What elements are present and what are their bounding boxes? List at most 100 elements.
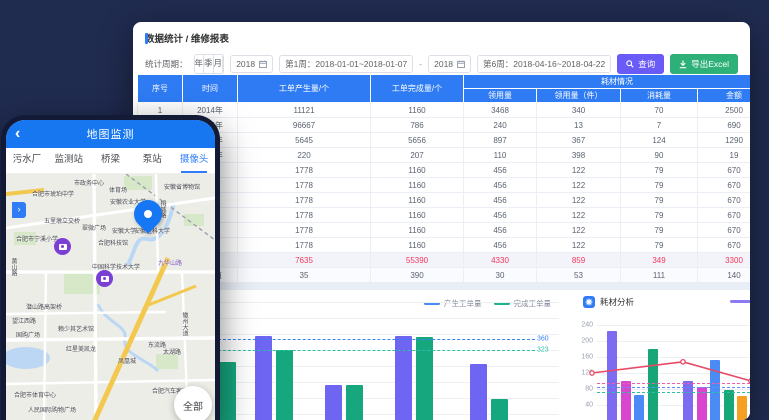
reference-label: 323 bbox=[537, 346, 549, 353]
phone-tab-0[interactable]: 污水厂 bbox=[6, 148, 48, 173]
phone-tab-4[interactable]: 摄像头 bbox=[173, 148, 215, 173]
total-row: 合计76355539043308593493300 bbox=[138, 253, 751, 268]
table-cell: 122 bbox=[537, 223, 621, 238]
show-all-button[interactable]: 全部 bbox=[174, 386, 212, 420]
breadcrumb: 数据统计 / 维修报表 bbox=[133, 22, 750, 50]
table-cell: 79 bbox=[621, 193, 698, 208]
map-expand-button[interactable]: › bbox=[12, 202, 26, 218]
table-cell: 1778 bbox=[238, 238, 371, 253]
phone-tab-2[interactable]: 桥梁 bbox=[90, 148, 132, 173]
charts-section: 产生工单量完成工单量 360323 耗材分析 2402001601208040 bbox=[133, 290, 750, 420]
map-label: 合肥市琥珀中学 bbox=[32, 189, 74, 198]
week-end-input[interactable]: 第6周：2018-04-16~2018-04-22 bbox=[477, 55, 611, 73]
map-label: 市政务中心 bbox=[74, 178, 104, 187]
table-cell: 122 bbox=[537, 163, 621, 178]
period-option-3[interactable]: 周 bbox=[223, 55, 224, 73]
table-cell: 3468 bbox=[464, 103, 537, 118]
table-cell: 1778 bbox=[238, 223, 371, 238]
table-cell: 1160 bbox=[371, 103, 464, 118]
table-cell: 390 bbox=[371, 268, 464, 283]
table-cell: 670 bbox=[698, 193, 751, 208]
phone-tab-1[interactable]: 监测站 bbox=[48, 148, 90, 173]
map-label: 潜山路高架桥 bbox=[26, 302, 62, 311]
table-cell: 79 bbox=[621, 223, 698, 238]
map-view[interactable]: 市政务中心合肥市琥珀中学体育场安徽农业大学安徽省博物馆五里墩立交桥合肥市宁溪小学… bbox=[6, 174, 215, 420]
map-label: 中国科学技术大学 bbox=[92, 262, 140, 271]
download-icon bbox=[679, 60, 687, 69]
table-row: 8第4周1778116045612279670 bbox=[138, 208, 751, 223]
camera-marker[interactable] bbox=[96, 270, 113, 287]
map-label: 体育场 bbox=[109, 185, 127, 194]
map-label: 国购广场 bbox=[16, 330, 40, 339]
table-header: 序号时间工单产生量/个工单完成量/个耗材情况领用量领用量（件）消耗量金额 bbox=[138, 75, 751, 103]
table-cell: 3300 bbox=[698, 253, 751, 268]
phone-title: 地图监测 bbox=[87, 126, 135, 142]
map-label: 合肥市体育中心 bbox=[14, 390, 56, 399]
table-cell: 122 bbox=[537, 178, 621, 193]
table-row: 10第6周1778116045612279670 bbox=[138, 238, 751, 253]
bar-完成工单量-1 bbox=[276, 350, 293, 420]
period-segmented-control[interactable]: 年季月周日 bbox=[194, 54, 225, 74]
query-button[interactable]: 查询 bbox=[617, 54, 664, 74]
bar-完成工单量-4 bbox=[491, 399, 508, 420]
table-cell: 53 bbox=[537, 268, 621, 283]
camera-icon bbox=[101, 276, 109, 282]
map-label: 赖少其艺术馆 bbox=[58, 324, 94, 333]
table-cell: 90 bbox=[621, 148, 698, 163]
year-end-select[interactable]: 2018 bbox=[428, 55, 471, 73]
table-cell: 340 bbox=[537, 103, 621, 118]
table-row: 22015年96667786240137690 bbox=[138, 118, 751, 133]
table-row: 32016年564556568973671241290 bbox=[138, 133, 751, 148]
table-body: 12014年111211160346834070250022015年966677… bbox=[138, 103, 751, 283]
table-cell: 5656 bbox=[371, 133, 464, 148]
camera-marker[interactable] bbox=[54, 238, 71, 255]
table-cell: 897 bbox=[464, 133, 537, 148]
table-row: 5第1周1778116045612279670 bbox=[138, 163, 751, 178]
phone-tab-3[interactable]: 泵站 bbox=[131, 148, 173, 173]
group-header: 耗材情况 bbox=[464, 75, 751, 89]
table-cell: 124 bbox=[621, 133, 698, 148]
period-label: 统计周期： bbox=[145, 58, 188, 70]
period-option-2[interactable]: 月 bbox=[214, 55, 224, 73]
calendar-icon bbox=[457, 60, 465, 68]
gridline bbox=[173, 334, 559, 335]
map-label: 安徽大学 bbox=[112, 226, 136, 235]
export-excel-button[interactable]: 导出Excel bbox=[670, 54, 738, 74]
back-icon[interactable]: ‹ bbox=[15, 121, 20, 147]
table-cell: 456 bbox=[464, 193, 537, 208]
report-table: 序号时间工单产生量/个工单完成量/个耗材情况领用量领用量（件）消耗量金额1201… bbox=[137, 74, 750, 283]
map-tiles bbox=[6, 174, 215, 420]
table-cell: 13 bbox=[537, 118, 621, 133]
col-header-0: 序号 bbox=[138, 75, 183, 103]
table-row: 12014年1112111603468340702500 bbox=[138, 103, 751, 118]
table-cell: 111 bbox=[621, 268, 698, 283]
table-cell: 4330 bbox=[464, 253, 537, 268]
map-label: 五里墩立交桥 bbox=[44, 216, 80, 225]
map-label: 徽州大道 bbox=[180, 312, 189, 336]
table-cell: 786 bbox=[371, 118, 464, 133]
sub-col-header-1: 领用量（件） bbox=[537, 89, 621, 103]
table-cell: 122 bbox=[537, 193, 621, 208]
period-option-0[interactable]: 年 bbox=[195, 55, 205, 73]
table-cell: 11121 bbox=[238, 103, 371, 118]
table-cell: 670 bbox=[698, 163, 751, 178]
calendar-icon bbox=[259, 60, 267, 68]
map-label: 翠微广场 bbox=[82, 223, 106, 232]
table-cell: 670 bbox=[698, 208, 751, 223]
bar-产生工单量-2 bbox=[325, 385, 342, 420]
week-start-input[interactable]: 第1周：2018-01-01~2018-01-07 bbox=[279, 55, 413, 73]
map-label: 九华山路 bbox=[158, 258, 182, 267]
table-cell: 122 bbox=[537, 208, 621, 223]
year-start-select[interactable]: 2018 bbox=[230, 55, 273, 73]
table-cell: 35 bbox=[238, 268, 371, 283]
table-cell: 7 bbox=[621, 118, 698, 133]
table-cell: 96667 bbox=[238, 118, 371, 133]
table-cell: 670 bbox=[698, 223, 751, 238]
search-icon bbox=[626, 60, 634, 68]
legend-swatch bbox=[730, 300, 750, 303]
period-option-1[interactable]: 季 bbox=[204, 55, 214, 73]
camera-icon bbox=[59, 244, 67, 250]
table-cell: 110 bbox=[464, 148, 537, 163]
phone-screen: ‹ 地图监测 污水厂监测站桥梁泵站摄像头 bbox=[6, 120, 215, 420]
table-cell: 7635 bbox=[238, 253, 371, 268]
